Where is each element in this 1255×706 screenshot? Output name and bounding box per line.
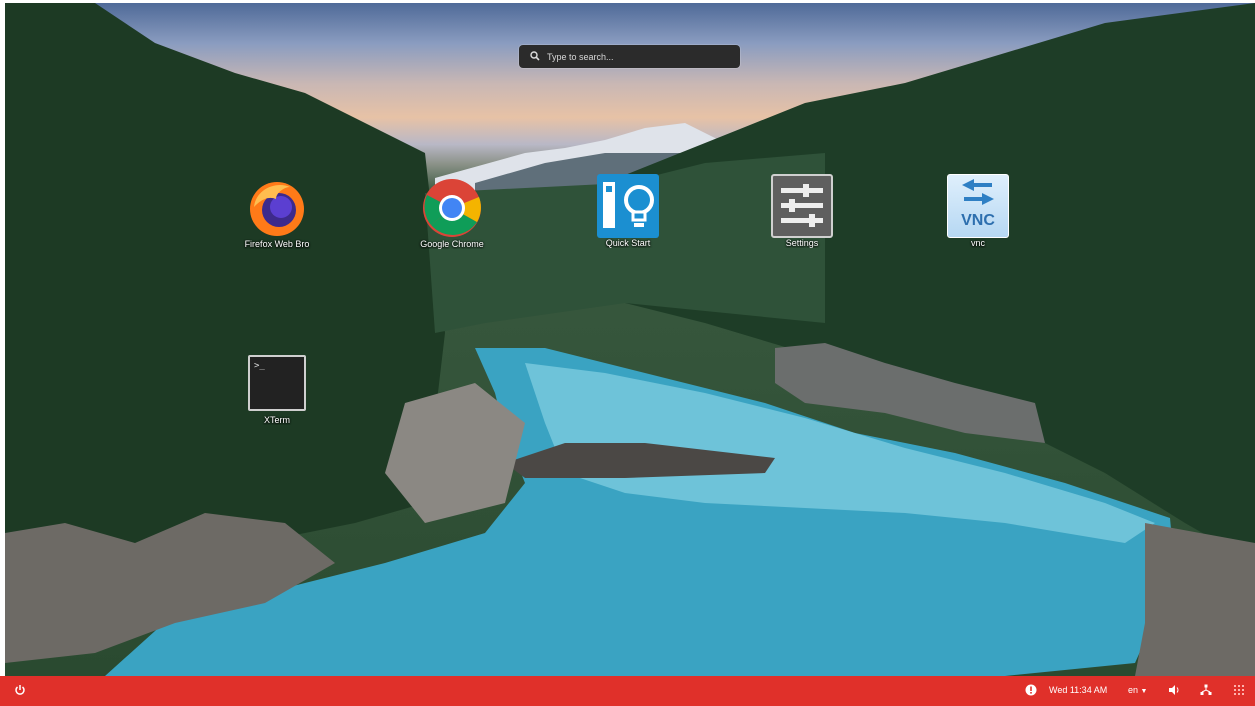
desktop: Type to search... Firefox Web Bro Google… [5,3,1255,676]
firefox-icon [246,177,308,239]
desktop-icon-quick-start[interactable]: Quick Start [578,174,678,248]
sliders-icon [771,174,833,238]
desktop-icon-chrome[interactable]: Google Chrome [402,177,502,249]
power-icon[interactable] [14,684,26,698]
chevron-down-icon: ▼ [1140,688,1148,695]
notification-icon[interactable] [1025,684,1037,698]
terminal-prompt: >_ [254,361,265,371]
clock[interactable]: Wed 11:34 AM [1049,685,1107,695]
app-grid-icon[interactable] [1234,685,1244,697]
search-input[interactable]: Type to search... [547,52,614,62]
desktop-icon-settings[interactable]: Settings [752,174,852,248]
vnc-icon: VNC [947,174,1009,238]
desktop-icon-firefox[interactable]: Firefox Web Bro [227,177,327,249]
desktop-icon-xterm[interactable]: >_ XTerm [227,355,327,425]
desktop-icon-vnc[interactable]: VNC vnc [928,174,1028,248]
desktop-icon-label: XTerm [263,415,290,425]
taskbar: Wed 11:34 AM en ▼ [0,676,1255,706]
search-bar[interactable]: Type to search... [519,45,740,68]
volume-icon[interactable] [1168,684,1180,698]
chrome-icon [421,177,483,239]
desktop-icon-label: Quick Start [605,238,651,248]
wallpaper [5,3,1255,676]
language-selector[interactable]: en ▼ [1128,685,1147,695]
language-label: en [1128,685,1139,695]
vnc-icon-text: VNC [961,212,995,229]
search-icon [525,50,545,63]
desktop-icon-label: Firefox Web Bro [244,239,310,249]
terminal-icon: >_ [248,355,306,411]
desktop-icon-label: Google Chrome [420,239,484,249]
desktop-icon-label: vnc [970,238,985,248]
network-icon[interactable] [1200,684,1212,698]
lightbulb-icon [597,174,659,238]
